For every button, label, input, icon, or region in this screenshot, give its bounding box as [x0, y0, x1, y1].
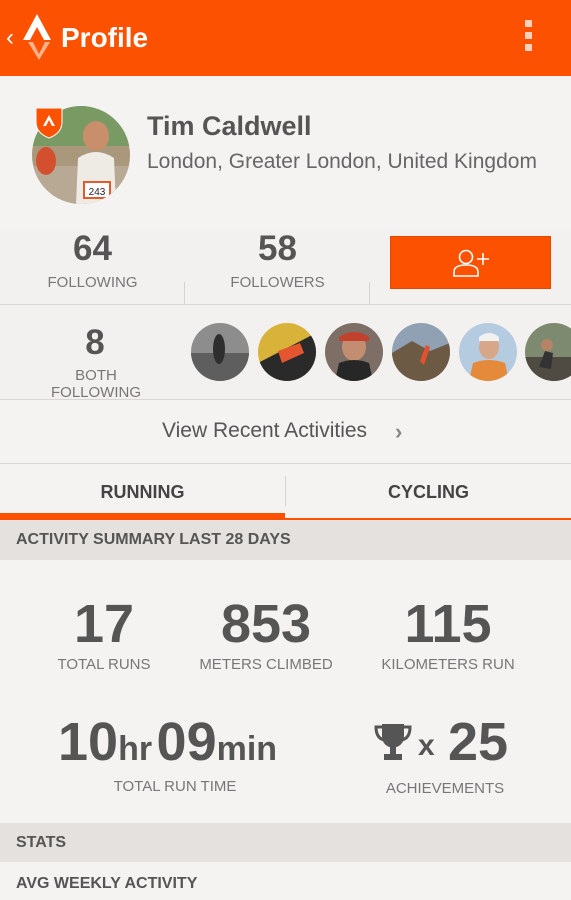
athlete-name: Tim Caldwell	[147, 111, 312, 141]
avg-weekly-activity-row: AVG WEEKLY ACTIVITY	[0, 862, 571, 900]
kilometers-run-label: KILOMETERS RUN	[381, 656, 515, 673]
run-time-hours-unit: hr	[118, 730, 153, 768]
total-runs-value: 17	[73, 594, 135, 654]
total-runs-label: TOTAL RUNS	[57, 656, 151, 673]
followers-count[interactable]: 58 FOLLOWERS	[185, 230, 370, 293]
sport-tabs: RUNNING CYCLING	[0, 464, 571, 520]
total-run-time-value: 10hr 09min	[58, 712, 277, 786]
athlete-location: London, Greater London, United Kingdom	[147, 150, 537, 173]
athlete-thumbnail[interactable]	[258, 323, 316, 381]
run-time-minutes: 09	[156, 712, 217, 772]
both-following-value: 8	[85, 323, 105, 362]
kilometers-run-value: 115	[404, 594, 492, 654]
activity-summary: 17 TOTAL RUNS 853 METERS CLIMBED 115 KIL…	[0, 560, 571, 823]
meters-climbed-label: METERS CLIMBED	[199, 656, 333, 673]
divider	[369, 282, 370, 304]
following-label: FOLLOWING	[47, 274, 138, 291]
both-following-row[interactable]: 8 BOTH FOLLOWING	[0, 305, 571, 401]
total-run-time-label: TOTAL RUN TIME	[113, 778, 237, 795]
total-runs-stat: 17 TOTAL RUNS	[44, 594, 164, 673]
athlete-thumbnail[interactable]	[392, 323, 450, 381]
premium-shield-icon	[35, 107, 63, 139]
activity-summary-header: ACTIVITY SUMMARY LAST 28 DAYS	[0, 520, 571, 560]
app-bar: ‹ Profile	[0, 0, 571, 76]
athlete-thumbnail[interactable]	[325, 323, 383, 381]
kilometers-run-stat: 115 KILOMETERS RUN	[376, 594, 520, 673]
run-time-hours: 10	[58, 712, 119, 772]
trophy-icon	[374, 724, 412, 760]
view-recent-activities-link[interactable]: View Recent Activities ›	[0, 400, 571, 463]
divider	[184, 282, 185, 304]
tab-indicator	[0, 513, 285, 519]
followers-value: 58	[258, 229, 297, 268]
following-count[interactable]: 64 FOLLOWING	[0, 230, 185, 293]
meters-climbed-stat: 853 METERS CLIMBED	[190, 594, 342, 673]
meters-climbed-value: 853	[220, 594, 312, 654]
section-title: ACTIVITY SUMMARY LAST 28 DAYS	[16, 531, 291, 548]
stats-header: STATS	[0, 823, 571, 863]
add-person-icon	[453, 249, 489, 277]
strava-logo[interactable]	[20, 14, 54, 60]
tab-cycling[interactable]: CYCLING	[286, 464, 571, 518]
avg-weekly-activity-label: AVG WEEKLY ACTIVITY	[16, 875, 198, 892]
run-time-minutes-unit: min	[216, 730, 278, 768]
back-icon[interactable]: ‹	[6, 24, 14, 52]
athlete-thumbnail[interactable]	[191, 323, 249, 381]
tab-running[interactable]: RUNNING	[0, 464, 285, 518]
profile-header: 243 Tim Caldwell London, Greater London,…	[0, 76, 571, 230]
chevron-right-icon: ›	[395, 419, 403, 444]
achievements-value: 25	[448, 712, 509, 772]
section-title: STATS	[16, 834, 67, 851]
followers-label: FOLLOWERS	[230, 274, 325, 291]
both-following-label: BOTH FOLLOWING	[50, 367, 141, 401]
following-value: 64	[73, 229, 112, 268]
recent-activities-label: View Recent Activities	[162, 419, 368, 442]
overflow-menu-icon[interactable]	[521, 20, 535, 54]
follow-button[interactable]	[390, 236, 551, 289]
svg-text:243: 243	[89, 187, 106, 198]
athlete-thumbnail[interactable]	[525, 323, 571, 381]
page-title: Profile	[61, 22, 149, 53]
achievements-multiplier: x	[418, 729, 435, 762]
athlete-thumbnail[interactable]	[459, 323, 517, 381]
achievements-label: ACHIEVEMENTS	[385, 780, 505, 797]
